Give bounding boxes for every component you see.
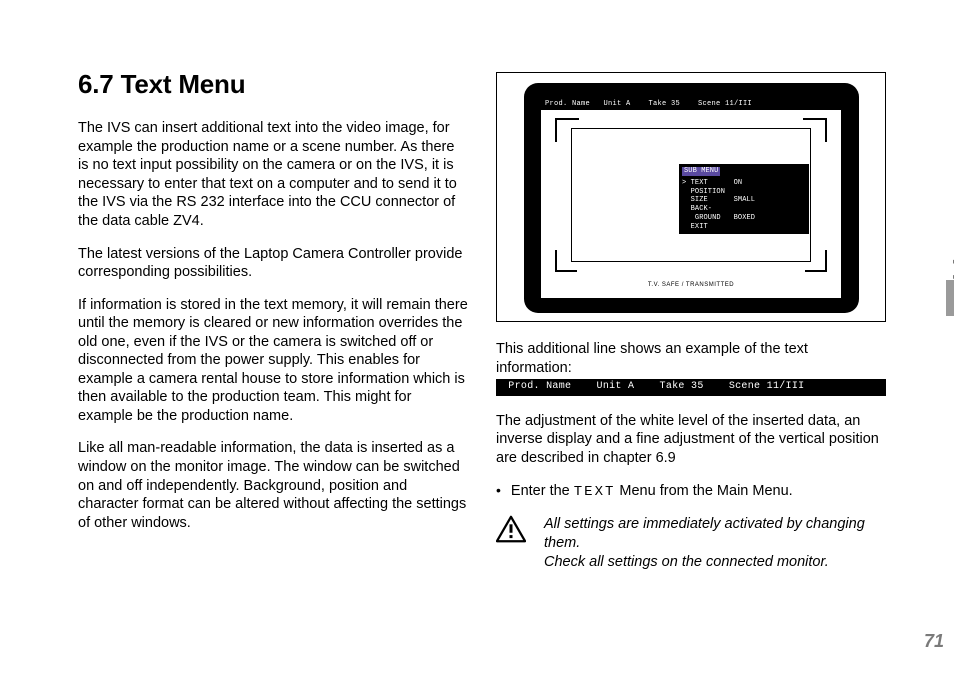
content-area: 6.7 Text Menu The IVS can insert additio… [0, 0, 910, 674]
mono-label: TEXT [574, 484, 616, 500]
warning-line: All settings are immediately activated b… [544, 515, 886, 552]
osd-menu-row: POSITION [682, 188, 806, 197]
section-heading: 6.7 Text Menu [78, 68, 468, 101]
page-number: 71 [924, 631, 944, 652]
chapter-title-vertical: Inserter Facilities [948, 230, 954, 438]
paragraph: The adjustment of the white level of the… [496, 412, 886, 468]
document-page: 6.7 Text Menu The IVS can insert additio… [0, 0, 954, 674]
osd-menu-row: EXIT [682, 223, 806, 232]
left-column: 6.7 Text Menu The IVS can insert additio… [78, 68, 468, 634]
osd-menu-row: GROUND BOXED [682, 214, 806, 223]
thumb-tab [946, 280, 954, 316]
crt-monitor: Prod. Name Unit A Take 35 Scene 11/III T… [524, 83, 859, 313]
instruction-bullet: • Enter the TEXT Menu from the Main Menu… [496, 482, 886, 502]
paragraph: If information is stored in the text mem… [78, 296, 468, 426]
osd-menu-row: > TEXT ON [682, 179, 806, 188]
text-run: Menu from the Main Menu. [615, 483, 792, 499]
example-caption: This additional line shows an example of… [496, 340, 886, 377]
warning-block: All settings are immediately activated b… [496, 515, 886, 571]
warning-icon [496, 515, 526, 549]
monitor-screen: Prod. Name Unit A Take 35 Scene 11/III T… [541, 98, 841, 298]
paragraph: Like all man-readable information, the d… [78, 439, 468, 532]
paragraph: The IVS can insert additional text into … [78, 119, 468, 230]
side-rail: Inserter Facilities 71 [910, 0, 954, 674]
warning-line: Check all settings on the connected moni… [544, 553, 886, 572]
example-text-bar: Prod. Name Unit A Take 35 Scene 11/III [496, 379, 886, 396]
osd-menu-row: SIZE SMALL [682, 196, 806, 205]
bullet-icon: • [496, 482, 501, 502]
paragraph: The latest versions of the Laptop Camera… [78, 245, 468, 282]
right-column: Prod. Name Unit A Take 35 Scene 11/III T… [496, 68, 886, 634]
osd-sub-menu: SUB MENU > TEXT ON POSITION SIZE SMALL B… [679, 164, 809, 234]
text-run: Enter the [511, 483, 574, 499]
osd-menu-row: BACK- [682, 205, 806, 214]
warning-text: All settings are immediately activated b… [544, 515, 886, 571]
osd-top-text-bar: Prod. Name Unit A Take 35 Scene 11/III [541, 98, 841, 110]
osd-menu-title: SUB MENU [682, 167, 720, 176]
instruction-text: Enter the TEXT Menu from the Main Menu. [511, 482, 793, 502]
figure-frame: Prod. Name Unit A Take 35 Scene 11/III T… [496, 72, 886, 322]
safe-area-label: T.V. SAFE / TRANSMITTED [541, 282, 841, 290]
